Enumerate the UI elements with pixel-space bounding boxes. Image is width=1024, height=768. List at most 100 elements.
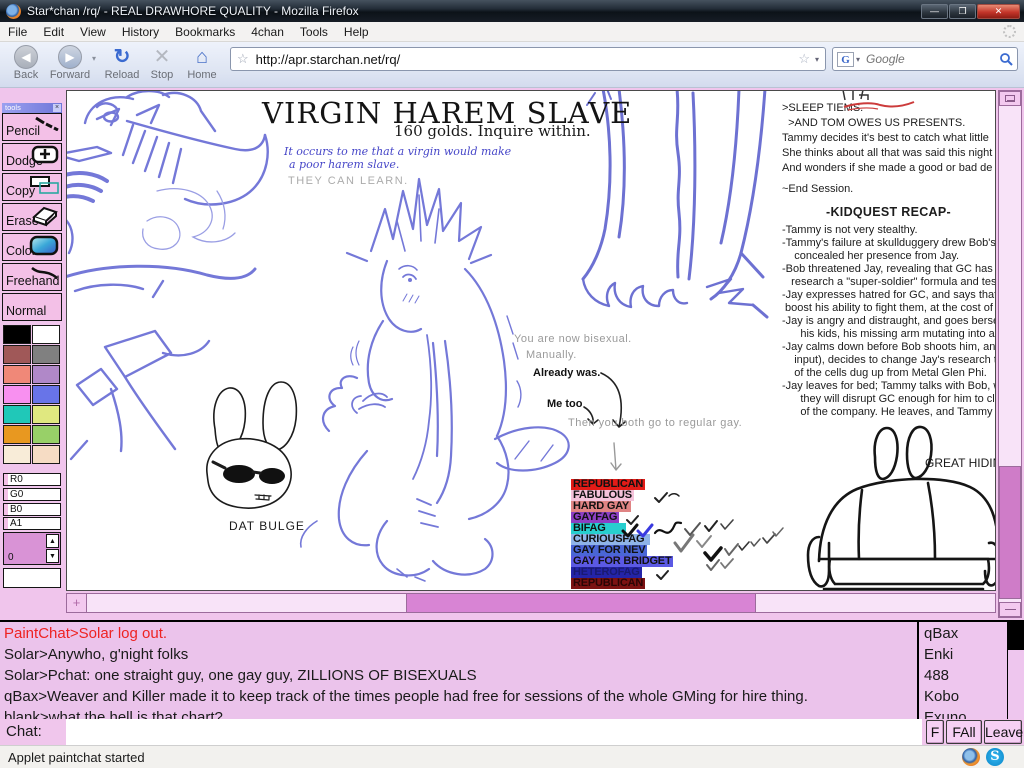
forward-icon: ▶ — [58, 45, 82, 69]
paint-tools-panel: tools × Pencil Dodge Copy — [0, 88, 64, 620]
color-swatches — [3, 325, 61, 464]
copy-icon — [28, 175, 60, 195]
dodge-icon — [30, 145, 60, 165]
swatch[interactable] — [32, 405, 60, 424]
chat-input-row: Chat: F FAll Leave — [0, 719, 1024, 745]
swatch[interactable] — [3, 345, 31, 364]
size-spinner[interactable]: 0 ▲ ▼ — [3, 532, 61, 565]
sketch-center-figure — [301, 179, 569, 581]
swatch[interactable] — [3, 445, 31, 464]
swatch[interactable] — [3, 425, 31, 444]
menu-help[interactable]: Help — [336, 23, 377, 41]
tools-panel-close-icon[interactable]: × — [53, 104, 61, 112]
user-list[interactable]: qBax Enki 488 Kobo Exuno — [918, 620, 1024, 719]
menu-bookmarks[interactable]: Bookmarks — [167, 23, 243, 41]
reload-icon: ↻ — [102, 45, 142, 69]
green-field[interactable]: G0 — [3, 488, 61, 501]
userlist-scroll-thumb[interactable] — [1008, 622, 1024, 650]
tool-erase[interactable]: Erase — [2, 203, 62, 231]
swatch[interactable] — [3, 365, 31, 384]
swatch[interactable] — [32, 345, 60, 364]
vscroll-thumb[interactable] — [999, 466, 1021, 599]
back-button[interactable]: ◀ Back — [4, 45, 48, 81]
canvas-horizontal-scrollbar[interactable]: + — [66, 593, 996, 613]
vscroll-bottom-button[interactable] — [999, 602, 1021, 617]
search-icon[interactable] — [999, 52, 1013, 66]
hscroll-plus-button[interactable]: + — [67, 594, 87, 612]
swatch[interactable] — [32, 425, 60, 444]
swatch[interactable] — [32, 445, 60, 464]
spinner-down-icon[interactable]: ▼ — [46, 549, 59, 563]
skype-tray-icon[interactable]: S — [986, 748, 1004, 766]
search-engine-dropdown-icon[interactable]: ▾ — [856, 55, 860, 64]
menu-history[interactable]: History — [114, 23, 167, 41]
fall-button[interactable]: FAll — [946, 720, 982, 744]
swatch[interactable] — [32, 325, 60, 344]
user-list-item: Enki — [924, 644, 1002, 665]
menu-edit[interactable]: Edit — [35, 23, 72, 41]
menu-tools[interactable]: Tools — [292, 23, 336, 41]
swatch[interactable] — [3, 325, 31, 344]
firefox-tray-icon[interactable] — [962, 748, 980, 766]
search-input[interactable] — [864, 51, 999, 67]
menu-file[interactable]: File — [0, 23, 35, 41]
red-scribble-mark — [842, 101, 917, 113]
chat-line: blank>what the hell is that chart? — [4, 707, 913, 719]
back-icon: ◀ — [14, 45, 38, 69]
freehand-icon — [30, 265, 60, 281]
search-engine-icon[interactable]: G — [837, 52, 854, 67]
bookmark-star-icon[interactable]: ☆ — [798, 51, 810, 67]
paint-canvas[interactable]: VIRGIN HAREM SLAVE 160 golds. Inquire wi… — [66, 90, 996, 591]
tool-color[interactable]: Color — [2, 233, 62, 261]
title-bar: Star*chan /rq/ - REAL DRAWHORE QUALITY -… — [0, 0, 1024, 22]
blue-field[interactable]: B0 — [3, 503, 61, 516]
tool-pencil[interactable]: Pencil — [2, 113, 62, 141]
tool-freehand[interactable]: Freehand — [2, 263, 62, 291]
hscroll-thumb[interactable] — [406, 594, 756, 612]
search-box[interactable]: G ▾ — [832, 47, 1018, 71]
alpha-field[interactable]: A1 — [3, 517, 61, 530]
forward-button[interactable]: ▶ Forward — [48, 45, 92, 81]
url-input[interactable] — [254, 51, 796, 68]
vscroll-top-button[interactable] — [999, 91, 1021, 106]
tool-dodge[interactable]: Dodge — [2, 143, 62, 171]
handwritten-note-line2: a poor harem slave. — [289, 158, 399, 171]
swatch[interactable] — [3, 385, 31, 404]
tool-copy[interactable]: Copy — [2, 173, 62, 201]
red-field[interactable]: R0 — [3, 473, 61, 486]
erase-icon — [28, 205, 60, 227]
spinner-up-icon[interactable]: ▲ — [46, 534, 59, 548]
canvas-vertical-scrollbar[interactable] — [998, 90, 1022, 618]
menu-4chan[interactable]: 4chan — [243, 23, 292, 41]
page-content: tools × Pencil Dodge Copy — [0, 88, 1024, 768]
home-button[interactable]: ⌂ Home — [182, 45, 222, 81]
stop-icon: ✕ — [142, 45, 182, 69]
dat-bulge-caption: DAT BULGE — [229, 519, 305, 533]
already-was-note: Already was. — [533, 367, 600, 379]
swatch[interactable] — [32, 365, 60, 384]
chat-line: PaintChat>Solar log out. — [4, 623, 913, 644]
leave-button[interactable]: Leave — [984, 720, 1022, 744]
tools-panel-titlebar[interactable]: tools × — [2, 103, 62, 113]
browser-window: Star*chan /rq/ - REAL DRAWHORE QUALITY -… — [0, 0, 1024, 768]
f-button[interactable]: F — [926, 720, 944, 744]
top-tick-marks — [843, 91, 868, 100]
menu-view[interactable]: View — [72, 23, 114, 41]
chat-log: PaintChat>Solar log out. Solar>Anywho, g… — [0, 620, 918, 719]
stop-button[interactable]: ✕ Stop — [142, 45, 182, 81]
close-button[interactable]: ✕ — [977, 4, 1020, 19]
history-dropdown-icon[interactable]: ▾ — [92, 54, 102, 63]
swatch[interactable] — [32, 385, 60, 404]
url-dropdown-icon[interactable]: ▾ — [815, 55, 819, 64]
tool-normal[interactable]: Normal — [2, 293, 62, 321]
chat-input[interactable] — [66, 719, 922, 745]
handwritten-note-line1: It occurs to me that a virgin would make — [284, 145, 511, 158]
url-bar[interactable]: ☆ ☆ ▾ — [230, 47, 826, 71]
maximize-button[interactable]: ❐ — [949, 4, 976, 19]
manually-note: Manually. — [526, 349, 577, 361]
pencil-icon — [34, 115, 60, 131]
reload-button[interactable]: ↻ Reload — [102, 45, 142, 81]
minimize-button[interactable]: — — [921, 4, 948, 19]
session-recap-block: >SLEEP TIEMS. >AND TOM OWES US PRESENTS.… — [782, 101, 995, 419]
swatch[interactable] — [3, 405, 31, 424]
